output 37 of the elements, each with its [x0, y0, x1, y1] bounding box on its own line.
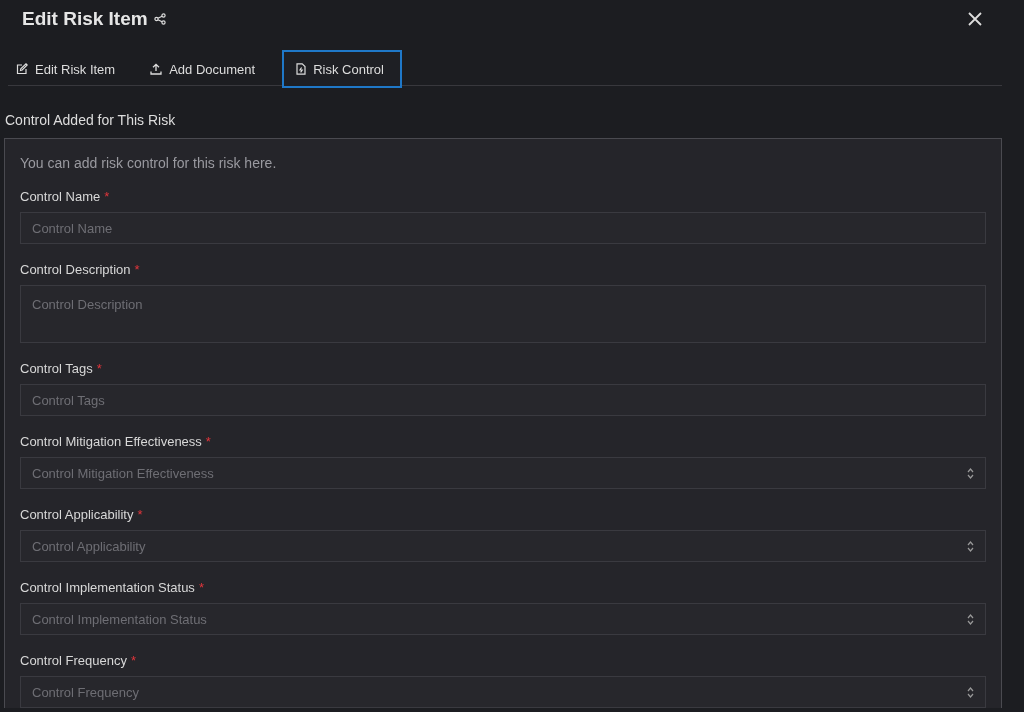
required-mark: * — [130, 653, 136, 669]
tab[interactable]: Risk Control — [282, 50, 402, 88]
textarea-field[interactable]: Control Description — [20, 285, 986, 343]
chevron-up-down-icon — [967, 467, 974, 479]
select-field[interactable]: Control Implementation Status — [20, 603, 986, 635]
field-label: Control Name — [20, 189, 101, 205]
required-mark: * — [205, 434, 211, 450]
chevron-up-down-icon — [967, 613, 974, 625]
select-field[interactable]: Control Frequency — [20, 676, 986, 708]
required-mark: * — [198, 580, 204, 596]
chevron-up-down-icon — [967, 540, 974, 552]
field-label: Control Mitigation Effectiveness — [20, 434, 202, 450]
section-title: Control Added for This Risk — [5, 112, 177, 128]
text-input-field[interactable]: Control Tags — [20, 384, 986, 416]
document-icon — [296, 63, 307, 75]
chevron-up-down-icon — [967, 686, 974, 698]
field-label: Control Frequency — [20, 653, 127, 669]
field-label: Control Tags — [20, 361, 93, 377]
field-label: Control Applicability — [20, 507, 134, 523]
required-mark: * — [104, 189, 110, 205]
close-button[interactable] — [966, 10, 984, 28]
required-mark: * — [137, 507, 143, 523]
panel-description: You can add risk control for this risk here. — [20, 155, 278, 172]
dialog-title: Edit Risk Item — [22, 8, 148, 30]
required-mark: * — [96, 361, 102, 377]
tab[interactable]: Edit Risk Item — [8, 50, 129, 88]
field-label: Control Description — [20, 262, 131, 278]
field-label: Control Implementation Status — [20, 580, 195, 596]
select-field[interactable]: Control Mitigation Effectiveness — [20, 457, 986, 489]
text-input-field[interactable]: Control Name — [20, 212, 986, 244]
edit-icon — [16, 63, 28, 75]
upload-icon — [150, 63, 163, 75]
required-mark: * — [134, 262, 140, 278]
tab[interactable]: Add Document — [142, 50, 269, 88]
select-field[interactable]: Control Applicability — [20, 530, 986, 562]
share-icon[interactable] — [153, 13, 166, 25]
close-icon — [968, 12, 982, 26]
